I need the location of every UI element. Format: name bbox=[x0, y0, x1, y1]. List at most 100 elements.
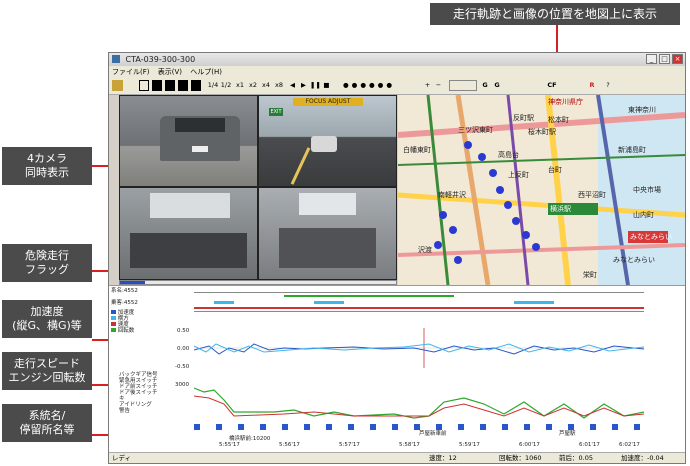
step-icons[interactable]: ●●●●●● bbox=[334, 80, 404, 91]
callout-danger-line1: 危険走行 bbox=[25, 249, 69, 262]
zoom-out-button[interactable]: − bbox=[434, 80, 443, 91]
maximize-button[interactable]: □ bbox=[659, 54, 670, 64]
y-top-050: 0.50 bbox=[177, 328, 190, 334]
status-speed: 速度：12 bbox=[429, 454, 457, 462]
stop-markers[interactable] bbox=[194, 424, 644, 430]
camera-interior-front-view[interactable] bbox=[259, 188, 396, 279]
pause-icon[interactable]: ❚❚ bbox=[310, 80, 321, 91]
map-label-mitsuzawa: 三ツ沢東町 bbox=[458, 126, 493, 134]
cam3-icon[interactable] bbox=[178, 80, 188, 91]
speed-x2-button[interactable]: x2 bbox=[248, 80, 258, 91]
cam2-icon[interactable] bbox=[165, 80, 175, 91]
map-label-higashikanagawa: 東神奈川 bbox=[628, 106, 656, 114]
status-rpm: 回転数：1060 bbox=[499, 454, 542, 462]
speed-quarter-button[interactable]: 1/4 bbox=[207, 80, 219, 91]
map-label-sakuragicho: 桜木町駅 bbox=[528, 128, 556, 136]
g-button-2[interactable]: G bbox=[492, 80, 502, 91]
time-tick-4: 5:58'17 bbox=[399, 442, 420, 448]
map-label-yamauchi: 山内町 bbox=[633, 211, 654, 219]
flag-cyan-bar-1 bbox=[214, 301, 234, 304]
focus-adjust-overlay: FOCUS ADJUST bbox=[293, 98, 363, 106]
camera-front-view[interactable] bbox=[120, 96, 257, 186]
open-icon[interactable] bbox=[112, 80, 123, 91]
camera-quad-view: FOCUS ADJUST EXIT bbox=[119, 95, 397, 280]
play-icon[interactable]: ▶ bbox=[299, 80, 308, 91]
camera-forward-view[interactable]: FOCUS ADJUST EXIT bbox=[259, 96, 396, 186]
bus-front-window bbox=[299, 193, 356, 215]
stop-icon[interactable]: ■ bbox=[322, 80, 331, 91]
menu-file[interactable]: ファイル(F) bbox=[112, 68, 150, 76]
cf-button[interactable]: CF bbox=[545, 80, 559, 91]
cam1-icon[interactable] bbox=[152, 80, 162, 91]
speed-line-red bbox=[194, 395, 644, 417]
map-label-sawatari: 沢渡 bbox=[418, 246, 432, 254]
route-map[interactable]: 神奈川県庁 三ツ沢東町 桜木町駅 東神奈川 台町 西平沼町 南軽井沢 高島台 横… bbox=[398, 95, 685, 285]
callout-route: 系統名/ 停留所名等 bbox=[2, 404, 92, 442]
map-label-matsumoto: 松本町 bbox=[548, 116, 569, 124]
time-tick-6: 6:00'17 bbox=[519, 442, 540, 448]
stop-label-middle: 芦屋新車前 bbox=[419, 431, 447, 437]
speed-x8-button[interactable]: x8 bbox=[274, 80, 284, 91]
time-tick-8: 6:02'17 bbox=[619, 442, 640, 448]
time-tick-7: 6:01'17 bbox=[579, 442, 600, 448]
map-label-kamitanmachi: 上反町 bbox=[508, 171, 529, 179]
danger-flag-track[interactable] bbox=[194, 292, 644, 312]
callout-camera-line2: 同時表示 bbox=[25, 166, 69, 179]
g-button-1[interactable]: G bbox=[480, 80, 490, 91]
speed-x4-button[interactable]: x4 bbox=[261, 80, 271, 91]
car-rear-window bbox=[175, 118, 225, 132]
accel-graph[interactable] bbox=[194, 328, 644, 368]
legend-warning: 警告 bbox=[119, 408, 131, 414]
status-ready: レディ bbox=[112, 454, 132, 462]
cam4-icon[interactable] bbox=[191, 80, 201, 91]
callout-speed: 走行スピード エンジン回転数 bbox=[2, 352, 92, 390]
exit-sign: EXIT bbox=[269, 108, 283, 116]
map-scale-icon[interactable] bbox=[449, 80, 477, 91]
flag-cyan-bar-2 bbox=[314, 301, 344, 304]
car-plate bbox=[192, 146, 208, 152]
callout-speed-line1: 走行スピード bbox=[14, 357, 80, 370]
close-button[interactable]: × bbox=[672, 54, 683, 64]
time-axis: 5:55'17 5:56'17 5:57'17 5:58'17 5:59'17 … bbox=[194, 442, 644, 450]
time-tick-5: 5:59'17 bbox=[459, 442, 480, 448]
callout-danger-line2: フラッグ bbox=[25, 263, 69, 276]
r-button[interactable]: R bbox=[587, 80, 597, 91]
flag-green-bar bbox=[284, 295, 454, 297]
menu-help[interactable]: ヘルプ(H) bbox=[190, 68, 222, 76]
map-label-nishihiranuma: 西平沼町 bbox=[578, 191, 606, 199]
menu-bar: ファイル(F) 表示(V) ヘルプ(H) bbox=[109, 66, 685, 78]
map-label-daimachi: 台町 bbox=[548, 166, 562, 174]
y-bottom-3000: 3000 bbox=[175, 382, 189, 388]
y-top-000: 0.00 bbox=[177, 346, 190, 352]
speed-x1-button[interactable]: x1 bbox=[235, 80, 245, 91]
toolbar: 1/4 1/2 x1 x2 x4 x8 ◀ ▶ ❚❚ ■ ●●●●●● + − … bbox=[109, 78, 685, 95]
map-label-yokohama-station: 横浜駅 bbox=[550, 205, 571, 213]
help-icon[interactable]: ? bbox=[603, 80, 613, 91]
menu-view[interactable]: 表示(V) bbox=[158, 68, 182, 76]
grid-4-icon[interactable] bbox=[139, 80, 149, 91]
map-label-minatomirai-1: みなとみらい bbox=[630, 233, 672, 241]
status-bar: レディ 速度：12 回転数：1060 前后：0.05 加速度：-0.04 bbox=[109, 452, 685, 463]
callout-route-line1: 系統名/ bbox=[28, 409, 66, 422]
row1-label: 系名:4552 bbox=[111, 288, 138, 294]
app-window: CTA-039-300-300 _ □ × ファイル(F) 表示(V) ヘルプ(… bbox=[108, 52, 686, 464]
window-title: CTA-039-300-300 bbox=[125, 55, 196, 64]
accel-legend: 加速度 横方 速度 回転数 bbox=[111, 310, 134, 334]
map-label-shirahata: 白幡東町 bbox=[403, 146, 431, 154]
minimize-button[interactable]: _ bbox=[646, 54, 657, 64]
rewind-icon[interactable]: ◀ bbox=[288, 80, 297, 91]
camera-interior-rear-view[interactable] bbox=[120, 188, 257, 279]
time-tick-2: 5:56'17 bbox=[279, 442, 300, 448]
callout-accel-line1: 加速度 bbox=[30, 305, 64, 318]
callout-speed-line2: エンジン回転数 bbox=[8, 371, 86, 384]
title-bar: CTA-039-300-300 _ □ × bbox=[109, 53, 685, 66]
speed-half-button[interactable]: 1/2 bbox=[220, 80, 232, 91]
speed-rpm-graph[interactable] bbox=[194, 382, 644, 422]
callout-camera: 4カメラ 同時表示 bbox=[2, 147, 92, 185]
car-ahead bbox=[311, 136, 337, 152]
road-lane-marker bbox=[290, 147, 311, 185]
callout-route-line2: 停留所名等 bbox=[19, 423, 75, 436]
zoom-in-button[interactable]: + bbox=[423, 80, 432, 91]
flag-red-bar bbox=[194, 307, 644, 309]
callout-accel-line2: (縦G、横G)等 bbox=[12, 319, 82, 332]
